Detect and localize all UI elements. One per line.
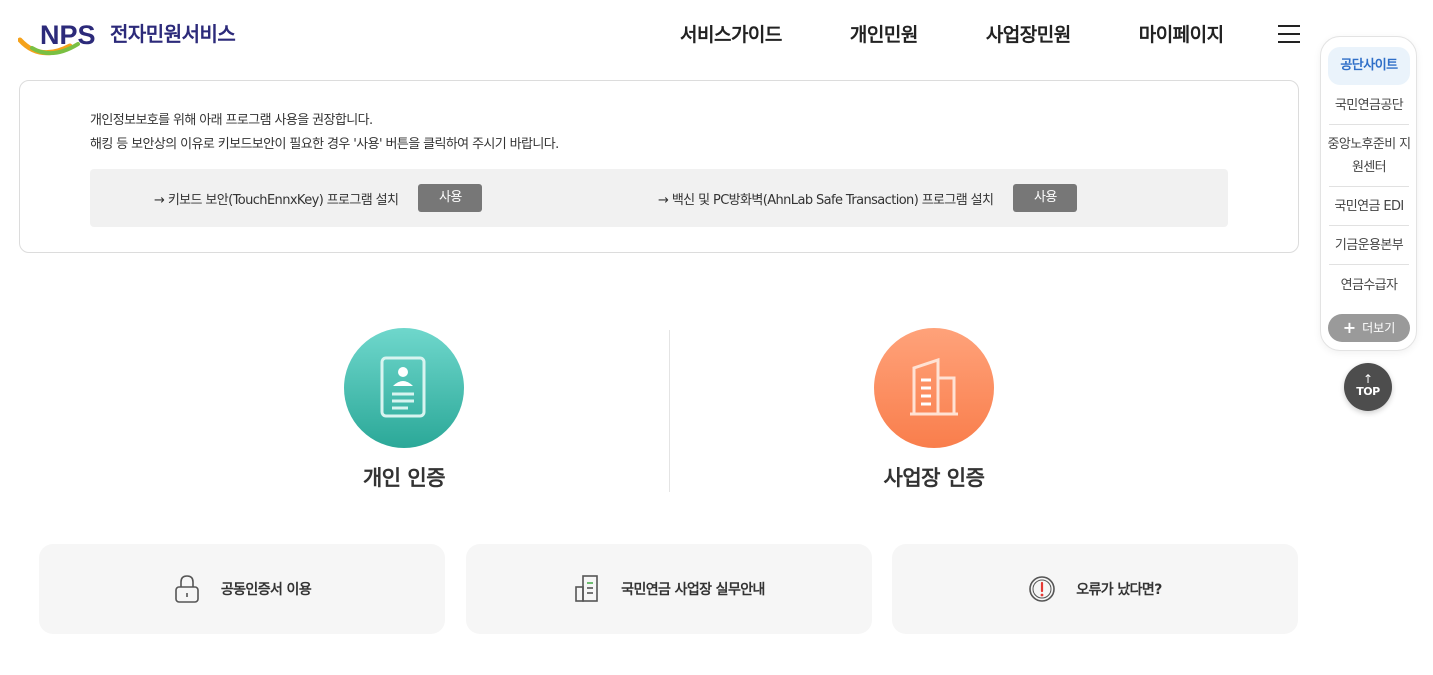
firewall-use-button[interactable]: 사용 xyxy=(1013,184,1078,212)
notice-line-2: 해킹 등 보안상의 이유로 키보드보안이 필요한 경우 '사용' 버튼을 클릭하… xyxy=(90,137,559,152)
nav-service-guide[interactable]: 서비스가이드 xyxy=(680,20,782,50)
arrow-up-icon: ↑ xyxy=(1362,372,1374,386)
quick-link-nps[interactable]: 국민연금공단 xyxy=(1329,94,1409,117)
personal-auth-button[interactable]: 개인 인증 xyxy=(274,328,534,492)
quick-separator xyxy=(1329,186,1409,187)
hamburger-menu-icon[interactable] xyxy=(1278,25,1300,43)
keyboard-security-use-button[interactable]: 사용 xyxy=(418,184,483,212)
quick-separator xyxy=(1329,124,1409,125)
quick-link-edi[interactable]: 국민연금 EDI xyxy=(1329,195,1409,218)
personal-auth-circle xyxy=(344,328,464,448)
quick-separator xyxy=(1329,264,1409,265)
quick-links-panel: 공단사이트 국민연금공단 중앙노후준비 지원센터 국민연금 EDI 기금운용본부… xyxy=(1320,36,1417,351)
header: NPS 전자민원서비스 서비스가이드 개인민원 사업장민원 마이페이지 xyxy=(0,0,1433,70)
notice-line-1: 개인정보보호를 위해 아래 프로그램 사용을 권장합니다. xyxy=(90,113,373,128)
error-help-card[interactable]: 오류가 났다면? xyxy=(892,544,1298,634)
nav-mypage[interactable]: 마이페이지 xyxy=(1139,20,1224,50)
lock-icon xyxy=(175,575,199,603)
business-auth-label: 사업장 인증 xyxy=(883,466,985,490)
firewall-item: → 백신 및 PC방화벽(AhnLab Safe Transaction) 프로… xyxy=(658,169,1078,227)
business-guide-label: 국민연금 사업장 실무안내 xyxy=(621,582,765,598)
quick-separator xyxy=(1329,225,1409,226)
warning-icon xyxy=(1029,576,1056,602)
quick-more-label: 더보기 xyxy=(1362,321,1396,335)
security-notice: 개인정보보호를 위해 아래 프로그램 사용을 권장합니다. 해킹 등 보안상의 … xyxy=(19,80,1299,253)
business-auth-button[interactable]: 사업장 인증 xyxy=(804,328,1064,492)
nps-logo-mark: NPS xyxy=(18,20,96,56)
svg-text:NPS: NPS xyxy=(40,20,96,50)
main-nav: 서비스가이드 개인민원 사업장민원 마이페이지 xyxy=(680,20,1292,50)
quick-link-retirement-center[interactable]: 중앙노후준비 지원센터 xyxy=(1325,133,1413,179)
auth-divider xyxy=(669,330,670,492)
nps-logo[interactable]: NPS 전자민원서비스 xyxy=(18,16,248,60)
quick-title: 공단사이트 xyxy=(1328,47,1410,85)
install-bar: → 키보드 보안(TouchEnnxKey) 프로그램 설치 사용 → 백신 및… xyxy=(90,169,1228,227)
quick-link-fund[interactable]: 기금운용본부 xyxy=(1329,234,1409,257)
document-building-icon xyxy=(575,575,598,602)
keyboard-security-item: → 키보드 보안(TouchEnnxKey) 프로그램 설치 사용 xyxy=(154,169,483,227)
error-help-label: 오류가 났다면? xyxy=(1076,582,1162,598)
nav-business[interactable]: 사업장민원 xyxy=(986,20,1071,50)
id-card-icon xyxy=(380,356,426,418)
firewall-label: → 백신 및 PC방화벽(AhnLab Safe Transaction) 프로… xyxy=(658,192,994,208)
plus-icon: + xyxy=(1342,318,1357,337)
nav-personal[interactable]: 개인민원 xyxy=(850,20,918,50)
logo-text: 전자민원서비스 xyxy=(110,22,236,46)
personal-auth-label: 개인 인증 xyxy=(362,466,446,490)
business-guide-card[interactable]: 국민연금 사업장 실무안내 xyxy=(466,544,872,634)
keyboard-security-label: → 키보드 보안(TouchEnnxKey) 프로그램 설치 xyxy=(154,192,399,208)
scroll-top-label: TOP xyxy=(1356,385,1380,398)
certificate-label: 공동인증서 이용 xyxy=(220,582,312,598)
quick-link-pensioner[interactable]: 연금수급자 xyxy=(1329,274,1409,297)
business-auth-circle xyxy=(874,328,994,448)
certificate-card[interactable]: 공동인증서 이용 xyxy=(39,544,445,634)
building-icon xyxy=(910,357,958,416)
scroll-top-button[interactable]: ↑ TOP xyxy=(1344,363,1392,411)
quick-more-button[interactable]: + 더보기 xyxy=(1328,314,1410,342)
